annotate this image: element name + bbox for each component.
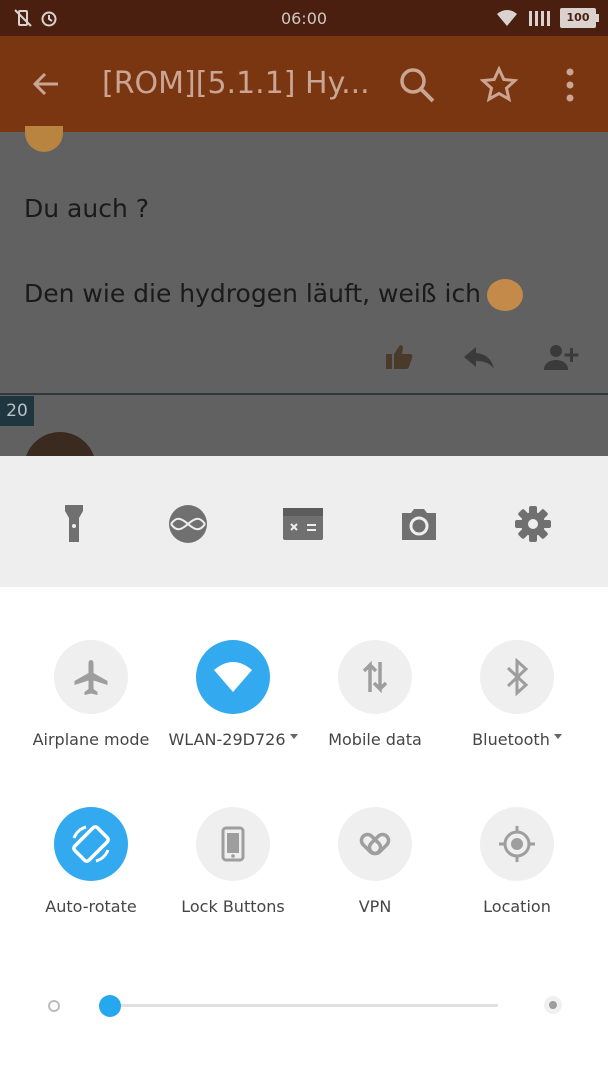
tile-lock-buttons[interactable]: Lock Buttons	[162, 807, 304, 916]
brightness-low-icon	[48, 1000, 60, 1012]
thread-content: Du auch ? Den wie die hydrogen läuft, we…	[0, 126, 608, 504]
tile-vpn[interactable]: VPN	[304, 807, 446, 916]
phone-icon	[221, 826, 245, 862]
emoji-icon	[25, 126, 63, 152]
brightness-slider[interactable]	[110, 1004, 498, 1007]
tile-auto-rotate[interactable]: Auto-rotate	[20, 807, 162, 916]
more-options-icon[interactable]	[560, 66, 580, 104]
post-number-badge: 20	[0, 396, 34, 426]
wlan-toggle[interactable]	[196, 640, 270, 714]
tile-label: Mobile data	[328, 730, 422, 749]
status-right-icons: 100	[496, 8, 599, 28]
brightness-slider-thumb[interactable]	[99, 995, 121, 1017]
mobile-data-toggle[interactable]	[338, 640, 412, 714]
search-icon[interactable]	[398, 66, 436, 104]
flashlight-icon[interactable]	[52, 502, 96, 546]
sound-wave-icon[interactable]	[166, 502, 210, 546]
star-icon[interactable]	[480, 66, 518, 104]
post-text-line: Den wie die hydrogen läuft, weiß ich	[24, 279, 524, 311]
auto-rotate-icon	[72, 825, 110, 863]
reply-icon[interactable]	[462, 342, 496, 372]
thread-title: [ROM][5.1.1] Hy...	[102, 66, 370, 101]
status-bar: 06:00 100	[0, 0, 608, 36]
tile-label: VPN	[358, 897, 392, 916]
location-toggle[interactable]	[480, 807, 554, 881]
tile-label: Bluetooth	[446, 730, 588, 749]
tile-label: Location	[483, 897, 551, 916]
auto-rotate-toggle[interactable]	[54, 807, 128, 881]
vpn-toggle[interactable]	[338, 807, 412, 881]
wink-emoji-icon	[487, 279, 524, 311]
lock-buttons-toggle[interactable]	[196, 807, 270, 881]
add-user-icon[interactable]	[542, 342, 580, 372]
thumbs-up-icon[interactable]	[384, 342, 414, 372]
app-bar: [ROM][5.1.1] Hy...	[0, 36, 608, 132]
post-divider	[0, 393, 608, 395]
cell-signal-icon	[529, 11, 550, 26]
auto-brightness-icon[interactable]	[544, 996, 562, 1014]
gear-icon[interactable]	[511, 502, 555, 546]
location-icon	[499, 826, 535, 862]
vpn-icon	[359, 832, 391, 856]
bluetooth-icon	[506, 657, 529, 697]
tile-wlan[interactable]: WLAN-29D726	[162, 640, 304, 749]
airplane-toggle[interactable]	[54, 640, 128, 714]
battery-indicator: 100	[560, 8, 599, 28]
tile-airplane-mode[interactable]: Airplane mode	[20, 640, 162, 749]
wifi-signal-icon	[497, 10, 517, 26]
chevron-down-icon[interactable]	[553, 734, 562, 739]
tile-label: Lock Buttons	[181, 897, 285, 916]
back-arrow-icon[interactable]	[30, 68, 62, 100]
calculator-icon[interactable]	[281, 502, 325, 546]
tile-location[interactable]: Location	[446, 807, 588, 916]
tile-mobile-data[interactable]: Mobile data	[304, 640, 446, 749]
tile-label: WLAN-29D726	[162, 730, 304, 749]
wifi-icon	[214, 662, 252, 692]
airplane-icon	[74, 660, 108, 695]
tile-label: Airplane mode	[32, 730, 150, 749]
post-text: Den wie die hydrogen läuft, weiß ich	[24, 279, 482, 308]
chevron-down-icon[interactable]	[289, 734, 298, 739]
camera-icon[interactable]	[397, 502, 441, 546]
tile-bluetooth[interactable]: Bluetooth	[446, 640, 588, 749]
post-text-line: Du auch ?	[24, 194, 150, 223]
tile-label: Auto-rotate	[45, 897, 137, 916]
bluetooth-toggle[interactable]	[480, 640, 554, 714]
mobile-data-icon	[362, 660, 388, 694]
